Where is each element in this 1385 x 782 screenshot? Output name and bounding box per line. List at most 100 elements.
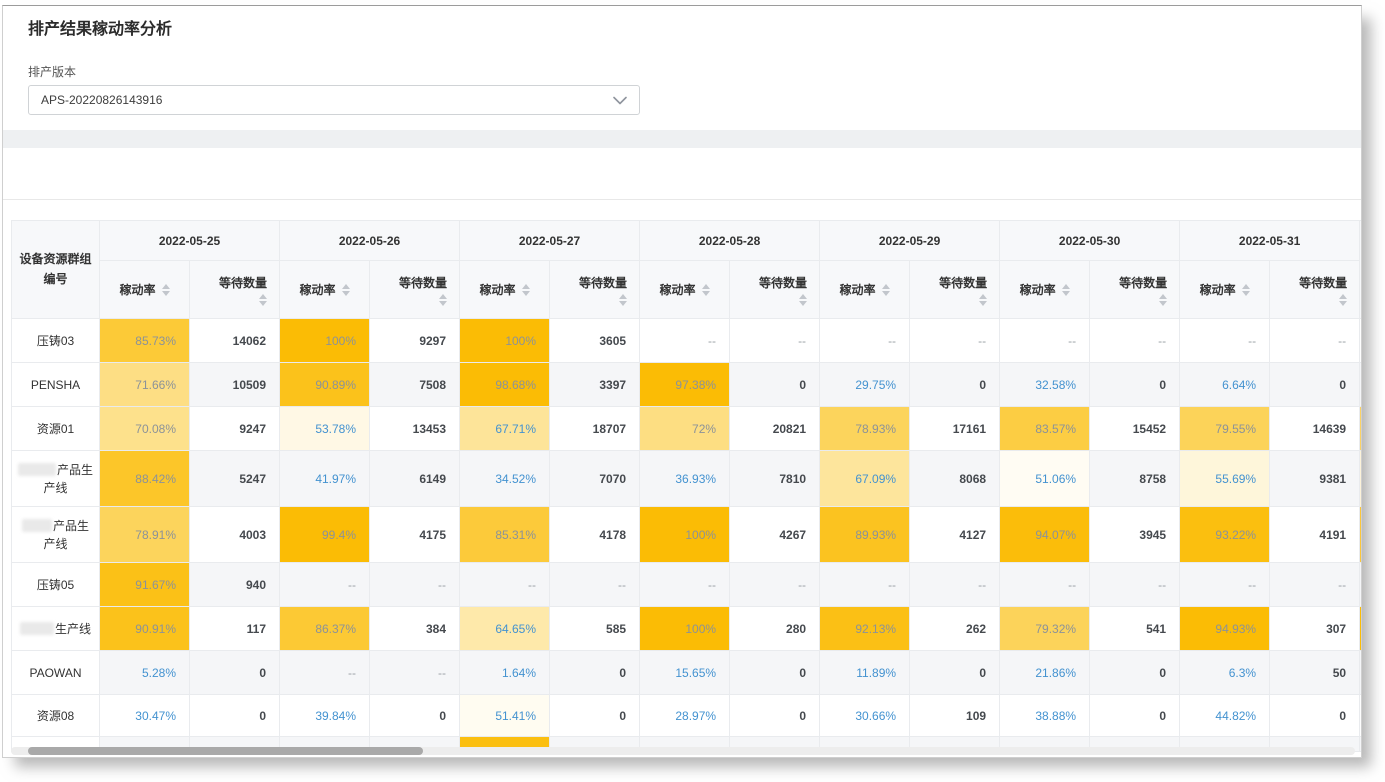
utilization-cell: 93.22% — [1180, 507, 1270, 563]
waiting-cell: 7810 — [730, 451, 820, 507]
sort-icon[interactable] — [1062, 284, 1070, 296]
utilization-table: 设备资源群组编号2022-05-252022-05-262022-05-2720… — [11, 220, 1362, 752]
waiting-cell: 117 — [190, 607, 280, 651]
version-select[interactable]: APS-20220826143916 — [28, 85, 640, 115]
utilization-cell: 90.89% — [280, 363, 370, 407]
sort-icon[interactable] — [1339, 294, 1347, 306]
utilization-cell: 100% — [640, 507, 730, 563]
utilization-cell: 94.93% — [1180, 607, 1270, 651]
sort-icon[interactable] — [522, 284, 530, 296]
row-label: 压铸03 — [12, 319, 100, 363]
sort-icon[interactable] — [342, 284, 350, 296]
waiting-cell: 585 — [550, 607, 640, 651]
utilization-cell: -- — [640, 563, 730, 607]
overflow-cell — [1360, 319, 1362, 363]
waiting-cell: 0 — [190, 695, 280, 737]
waiting-cell: 4175 — [370, 507, 460, 563]
sort-icon[interactable] — [439, 294, 447, 306]
utilization-cell: 72% — [640, 407, 730, 451]
sort-icon[interactable] — [799, 294, 807, 306]
waiting-cell: 0 — [1090, 651, 1180, 695]
waiting-cell: -- — [550, 563, 640, 607]
waiting-sort-header[interactable]: 等待数量 — [730, 261, 820, 319]
utilization-cell: 53.78% — [280, 407, 370, 451]
waiting-cell: 18707 — [550, 407, 640, 451]
sort-icon[interactable] — [1159, 294, 1167, 306]
utilization-cell: 15.65% — [640, 651, 730, 695]
utilization-cell: 88.42% — [100, 451, 190, 507]
utilization-cell: -- — [640, 319, 730, 363]
sort-icon[interactable] — [162, 284, 170, 296]
sort-icon[interactable] — [702, 284, 710, 296]
waiting-cell: 262 — [910, 607, 1000, 651]
date-header: 2022-05-28 — [640, 221, 820, 261]
waiting-sort-header[interactable]: 等待数量 — [550, 261, 640, 319]
utilization-sort-header[interactable]: 稼动率 — [820, 261, 910, 319]
waiting-cell: 0 — [1270, 363, 1360, 407]
utilization-cell: 30.47% — [100, 695, 190, 737]
overflow-cell — [1360, 563, 1362, 607]
utilization-cell: 70.08% — [100, 407, 190, 451]
waiting-cell: 6149 — [370, 451, 460, 507]
waiting-sort-header[interactable]: 等待数量 — [370, 261, 460, 319]
utilization-sort-header[interactable]: 稼动率 — [280, 261, 370, 319]
utilization-cell: 83.57% — [1000, 407, 1090, 451]
utilization-sort-header[interactable]: 稼动率 — [100, 261, 190, 319]
waiting-cell: -- — [370, 651, 460, 695]
waiting-cell: 541 — [1090, 607, 1180, 651]
table-row: 生产线90.91%11786.37%38464.65%585100%28092.… — [12, 607, 1363, 651]
utilization-sort-header[interactable]: 稼动率 — [640, 261, 730, 319]
utilization-cell: 39.84% — [280, 695, 370, 737]
sort-icon[interactable] — [979, 294, 987, 306]
utilization-sort-header[interactable]: 稼动率 — [1180, 261, 1270, 319]
utilization-cell: 100% — [280, 319, 370, 363]
utilization-cell: -- — [820, 563, 910, 607]
waiting-sort-header[interactable]: 等待数量 — [1270, 261, 1360, 319]
utilization-cell: 29.75% — [820, 363, 910, 407]
overflow-cell — [1360, 737, 1362, 752]
waiting-cell: 14639 — [1270, 407, 1360, 451]
waiting-cell: 0 — [370, 695, 460, 737]
utilization-sort-header[interactable]: 稼动率 — [1000, 261, 1090, 319]
waiting-sort-header[interactable]: 等待数量 — [190, 261, 280, 319]
table-row: 产品生产线88.42%524741.97%614934.52%707036.93… — [12, 451, 1363, 507]
overflow-cell — [1360, 407, 1362, 451]
overflow-column-header — [1360, 221, 1362, 319]
waiting-cell: 15452 — [1090, 407, 1180, 451]
utilization-sort-header[interactable]: 稼动率 — [460, 261, 550, 319]
waiting-sort-header[interactable]: 等待数量 — [910, 261, 1000, 319]
waiting-cell: -- — [730, 319, 820, 363]
utilization-cell: 79.32% — [1000, 607, 1090, 651]
horizontal-scrollbar-thumb[interactable] — [28, 747, 423, 755]
waiting-cell: 109 — [910, 695, 1000, 737]
utilization-cell: 91.67% — [100, 563, 190, 607]
overflow-cell — [1360, 607, 1362, 651]
waiting-cell: 4178 — [550, 507, 640, 563]
utilization-cell: 78.91% — [100, 507, 190, 563]
overflow-cell — [1360, 507, 1362, 563]
utilization-cell: 5.28% — [100, 651, 190, 695]
utilization-cell: 94.07% — [1000, 507, 1090, 563]
waiting-cell: 0 — [730, 651, 820, 695]
waiting-cell: -- — [1270, 563, 1360, 607]
waiting-cell: 13453 — [370, 407, 460, 451]
waiting-cell: 5247 — [190, 451, 280, 507]
table-row: 压铸0591.67%940------------------------ — [12, 563, 1363, 607]
waiting-cell: -- — [370, 563, 460, 607]
utilization-cell: 34.52% — [460, 451, 550, 507]
version-select-value: APS-20220826143916 — [41, 93, 162, 107]
sort-icon[interactable] — [1242, 284, 1250, 296]
waiting-cell: 17161 — [910, 407, 1000, 451]
utilization-cell: 36.93% — [640, 451, 730, 507]
row-label: 资源08 — [12, 695, 100, 737]
overflow-cell — [1360, 451, 1362, 507]
row-label: 压铸05 — [12, 563, 100, 607]
utilization-cell: 64.65% — [460, 607, 550, 651]
utilization-cell: -- — [280, 651, 370, 695]
sort-icon[interactable] — [882, 284, 890, 296]
sort-icon[interactable] — [259, 294, 267, 306]
waiting-sort-header[interactable]: 等待数量 — [1090, 261, 1180, 319]
sort-icon[interactable] — [619, 294, 627, 306]
section-separator — [3, 130, 1361, 148]
redacted-text — [18, 463, 56, 476]
